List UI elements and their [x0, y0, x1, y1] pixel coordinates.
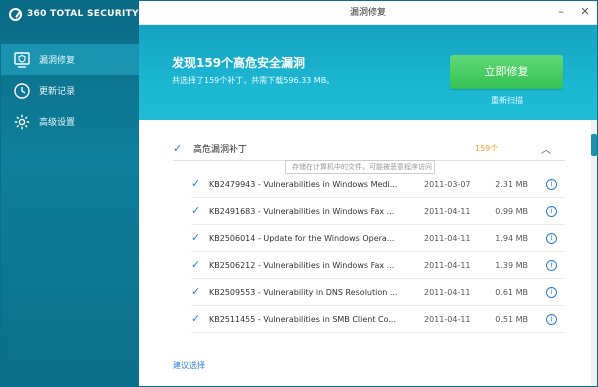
minimize-icon[interactable]: – — [555, 5, 567, 19]
info-icon[interactable]: i — [546, 259, 557, 271]
banner-subtitle: 共选择了159个补丁，共需下载596.33 MB。 — [172, 76, 335, 85]
patch-size: 0.99 MB — [495, 206, 528, 216]
scrollbar-thumb[interactable] — [591, 134, 597, 156]
patch-size: 0.61 MB — [495, 287, 528, 297]
patch-size: 2.31 MB — [495, 179, 528, 189]
patch-date: 2011-04-11 — [424, 314, 471, 324]
group-count: 159个 — [475, 144, 499, 153]
row-checkbox-icon[interactable]: ✓ — [191, 286, 203, 298]
info-icon[interactable]: i — [546, 232, 557, 244]
patch-title: KB2491683 - Vulnerabilities in Windows F… — [209, 206, 395, 216]
title-bar: 漏洞修复 – ✕ — [139, 1, 597, 25]
fix-now-button[interactable]: 立即修复 — [450, 55, 563, 89]
brand-name: 360 TOTAL SECURITY — [27, 9, 139, 19]
info-icon[interactable]: i — [546, 205, 557, 217]
app-window: 360 TOTAL SECURITY 漏洞修复 更新记录 高级设置 漏洞修复 –… — [0, 0, 598, 387]
patch-list-panel: ✓ 高危漏洞补丁 159个 ︿ 存储在计算机中的文件，可能被恶意程序访问 ✓ K… — [139, 120, 597, 386]
group-header: ✓ 高危漏洞补丁 159个 ︿ — [173, 137, 565, 161]
sidebar-item-label: 高级设置 — [39, 118, 76, 128]
window-title: 漏洞修复 — [349, 8, 386, 18]
sidebar-item-label: 漏洞修复 — [39, 56, 76, 66]
patch-date: 2011-04-11 — [424, 206, 471, 216]
row-checkbox-icon[interactable]: ✓ — [191, 178, 203, 190]
banner-title: 发现159个高危安全漏洞 — [172, 56, 306, 70]
brand-logo-icon — [9, 7, 22, 21]
patch-title: KB2479943 - Vulnerabilities in Windows M… — [209, 179, 398, 189]
brand: 360 TOTAL SECURITY — [1, 1, 139, 27]
monitor-shield-icon — [13, 51, 31, 69]
patch-date: 2011-04-11 — [424, 260, 471, 270]
row-checkbox-icon[interactable]: ✓ — [191, 232, 203, 244]
patch-date: 2011-04-11 — [424, 233, 471, 243]
gear-icon — [13, 113, 31, 131]
info-icon[interactable]: i — [546, 313, 557, 325]
group-title: 高危漏洞补丁 — [193, 145, 248, 155]
patch-title: KB2511455 - Vulnerabilities in SMB Clien… — [209, 314, 396, 324]
patch-title: KB2506212 - Vulnerabilities in Windows F… — [209, 260, 395, 270]
table-row[interactable]: ✓ KB2506014 - Update for the Windows Ope… — [191, 225, 565, 252]
sidebar-item-advanced-settings[interactable]: 高级设置 — [1, 106, 139, 137]
sidebar: 360 TOTAL SECURITY 漏洞修复 更新记录 高级设置 — [1, 1, 139, 386]
list-fade-overlay — [191, 336, 565, 356]
row-checkbox-icon[interactable]: ✓ — [191, 259, 203, 271]
suggest-selection-link[interactable]: 建议选择 — [173, 360, 205, 371]
patch-size: 1.39 MB — [495, 260, 528, 270]
info-icon[interactable]: i — [546, 178, 557, 190]
patch-rows: ✓ KB2479943 - Vulnerabilities in Windows… — [191, 171, 565, 333]
group-checkbox-icon[interactable]: ✓ — [173, 142, 185, 155]
table-row[interactable]: ✓ KB2509553 - Vulnerability in DNS Resol… — [191, 279, 565, 306]
window-controls: – ✕ — [555, 5, 591, 19]
table-row[interactable]: ✓ KB2491683 - Vulnerabilities in Windows… — [191, 198, 565, 225]
patch-size: 1.94 MB — [495, 233, 528, 243]
patch-size: 0.51 MB — [495, 314, 528, 324]
rescan-link[interactable]: 重新扫描 — [491, 95, 523, 106]
chevron-up-icon[interactable]: ︿ — [541, 141, 551, 156]
patch-title: KB2506014 - Update for the Windows Opera… — [209, 233, 395, 243]
sidebar-nav: 漏洞修复 更新记录 高级设置 — [1, 44, 139, 137]
close-icon[interactable]: ✕ — [579, 5, 591, 19]
patch-date: 2011-04-11 — [424, 287, 471, 297]
sidebar-item-label: 更新记录 — [39, 87, 76, 97]
row-checkbox-icon[interactable]: ✓ — [191, 205, 203, 217]
info-icon[interactable]: i — [546, 286, 557, 298]
sidebar-item-update-history[interactable]: 更新记录 — [1, 75, 139, 106]
table-row[interactable]: ✓ KB2511455 - Vulnerabilities in SMB Cli… — [191, 306, 565, 333]
patch-date: 2011-03-07 — [424, 179, 471, 189]
patch-title: KB2509553 - Vulnerability in DNS Resolut… — [209, 287, 398, 297]
scan-result-banner: 发现159个高危安全漏洞 共选择了159个补丁，共需下载596.33 MB。 立… — [139, 25, 597, 120]
scrollbar[interactable] — [591, 120, 597, 386]
table-row[interactable]: ✓ KB2506212 - Vulnerabilities in Windows… — [191, 252, 565, 279]
sidebar-item-vuln-fix[interactable]: 漏洞修复 — [1, 44, 139, 75]
clock-icon — [13, 82, 31, 100]
row-checkbox-icon[interactable]: ✓ — [191, 313, 203, 325]
table-row[interactable]: ✓ KB2479943 - Vulnerabilities in Windows… — [191, 171, 565, 198]
